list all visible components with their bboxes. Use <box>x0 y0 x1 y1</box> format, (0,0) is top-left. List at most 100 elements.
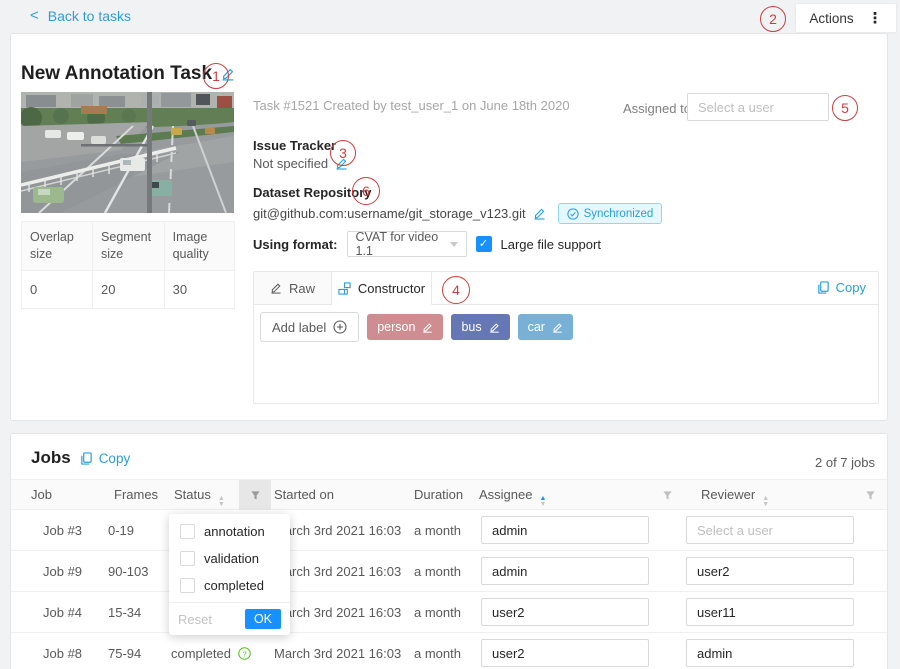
tab-constructor[interactable]: Constructor <box>332 272 432 305</box>
filter-option-annotation[interactable]: annotation <box>169 518 290 545</box>
assignee-input[interactable] <box>481 639 649 667</box>
job-link[interactable]: Job #8 <box>43 646 82 661</box>
tab-constructor-label: Constructor <box>358 281 425 296</box>
label-chip-car-name: car <box>528 320 545 334</box>
frames-cell: 15-34 <box>108 605 141 620</box>
label-chip-person-name: person <box>377 320 415 334</box>
repository-url: git@github.com:username/git_storage_v123… <box>253 206 526 221</box>
actions-button[interactable]: Actions <box>795 3 897 33</box>
assignee-input[interactable] <box>481 598 649 626</box>
copy-labels-button[interactable]: Copy <box>817 280 866 295</box>
job-row: Job #9 90-103 March 3rd 2021 16:03 a mon… <box>11 551 887 592</box>
assignee-input[interactable] <box>481 516 649 544</box>
labels-editor-tabs: Raw Constructor Copy <box>254 272 878 305</box>
reviewer-input[interactable] <box>686 516 854 544</box>
more-vertical-icon <box>868 9 883 27</box>
large-file-support-checkbox[interactable] <box>476 236 492 252</box>
blocks-icon <box>338 282 351 295</box>
question-circle-icon[interactable]: ? <box>238 647 251 660</box>
pencil-icon <box>270 282 282 294</box>
frames-cell: 90-103 <box>108 564 148 579</box>
sync-status-badge[interactable]: Synchronized <box>558 203 663 224</box>
checkbox-validation[interactable] <box>180 551 195 566</box>
jobs-card: Jobs Copy 2 of 7 jobs Job Frames Status … <box>10 433 888 669</box>
edit-repository-icon[interactable] <box>533 207 546 220</box>
label-chip-person[interactable]: person <box>367 314 443 340</box>
filter-ok-button[interactable]: OK <box>245 609 281 629</box>
reviewer-input[interactable] <box>686 598 854 626</box>
param-value-overlap: 0 <box>22 271 93 309</box>
chevron-left-icon <box>30 9 39 23</box>
job-link[interactable]: Job #9 <box>43 564 82 579</box>
add-label-button[interactable]: Add label <box>260 312 359 342</box>
copy-jobs-button[interactable]: Copy <box>80 451 131 466</box>
started-cell: March 3rd 2021 16:03 <box>274 646 401 661</box>
task-meta-text: Task #1521 Created by test_user_1 on Jun… <box>253 98 570 113</box>
job-row: Job #4 15-34 March 3rd 2021 16:03 a mont… <box>11 592 887 633</box>
label-chip-car[interactable]: car <box>518 314 573 340</box>
assigned-to-input[interactable] <box>687 93 829 121</box>
label-chip-bus[interactable]: bus <box>451 314 509 340</box>
check-circle-icon <box>567 208 579 220</box>
task-details-page: Back to tasks Actions 1 2 3 4 5 6 New An… <box>0 0 900 669</box>
task-params-table: Overlap size Segment size Image quality … <box>21 221 235 309</box>
frames-cell: 75-94 <box>108 646 141 661</box>
assignee-input[interactable] <box>481 557 649 585</box>
job-link[interactable]: Job #4 <box>43 605 82 620</box>
copy-icon <box>817 281 830 294</box>
plus-circle-icon <box>333 320 347 334</box>
status-cell-completed: completed ? <box>171 646 251 661</box>
checkbox-completed[interactable] <box>180 578 195 593</box>
col-assignee[interactable]: Assignee <box>479 487 546 507</box>
edit-label-icon[interactable] <box>422 322 433 333</box>
copy-icon <box>80 452 93 465</box>
status-filter-icon[interactable] <box>239 480 271 510</box>
filter-option-validation-label: validation <box>204 551 259 566</box>
duration-cell: a month <box>414 564 461 579</box>
svg-text:?: ? <box>242 649 246 658</box>
assignee-filter-icon[interactable] <box>651 480 683 510</box>
edit-task-name-icon[interactable] <box>221 67 235 81</box>
reviewer-filter-icon[interactable] <box>854 480 886 510</box>
back-to-tasks-link[interactable]: Back to tasks <box>30 8 131 24</box>
param-header-overlap: Overlap size <box>22 222 93 271</box>
duration-cell: a month <box>414 646 461 661</box>
col-reviewer[interactable]: Reviewer <box>701 487 769 507</box>
assigned-to-label: Assigned to <box>623 101 691 116</box>
sort-icon <box>762 496 769 507</box>
using-format-label: Using format: <box>253 237 338 252</box>
format-select[interactable]: CVAT for video 1.1 <box>347 231 467 257</box>
filter-reset-button[interactable]: Reset <box>178 612 212 627</box>
tab-raw-label: Raw <box>289 281 315 296</box>
col-started: Started on <box>274 487 334 502</box>
frames-cell: 0-19 <box>108 523 134 538</box>
copy-jobs-label: Copy <box>99 451 131 466</box>
checkbox-annotation[interactable] <box>180 524 195 539</box>
format-select-value: CVAT for video 1.1 <box>356 230 450 258</box>
started-cell: March 3rd 2021 16:03 <box>274 605 401 620</box>
param-header-quality: Image quality <box>164 222 234 271</box>
status-filter-dropdown: annotation validation completed Reset OK <box>169 514 290 635</box>
sync-status-label: Synchronized <box>584 208 654 220</box>
started-cell: March 3rd 2021 16:03 <box>274 523 401 538</box>
jobs-count: 2 of 7 jobs <box>815 455 875 470</box>
task-preview-image <box>21 92 234 213</box>
task-card: New Annotation Task <box>10 33 888 421</box>
annotation-circle-2: 2 <box>760 6 786 32</box>
reviewer-input[interactable] <box>686 639 854 667</box>
add-label-text: Add label <box>272 320 326 335</box>
job-row: Job #3 0-19 March 3rd 2021 16:03 a month <box>11 510 887 551</box>
task-title: New Annotation Task <box>21 63 212 85</box>
jobs-table-header: Job Frames Status Started on Duration As… <box>11 479 887 510</box>
filter-option-completed[interactable]: completed <box>169 572 290 599</box>
copy-labels-label: Copy <box>836 280 866 295</box>
edit-label-icon[interactable] <box>489 322 500 333</box>
tab-raw[interactable]: Raw <box>254 272 332 304</box>
edit-label-icon[interactable] <box>552 322 563 333</box>
col-status[interactable]: Status <box>174 487 225 507</box>
job-link[interactable]: Job #3 <box>43 523 82 538</box>
edit-issue-tracker-icon[interactable] <box>335 157 348 170</box>
col-job: Job <box>31 487 52 502</box>
reviewer-input[interactable] <box>686 557 854 585</box>
filter-option-validation[interactable]: validation <box>169 545 290 572</box>
